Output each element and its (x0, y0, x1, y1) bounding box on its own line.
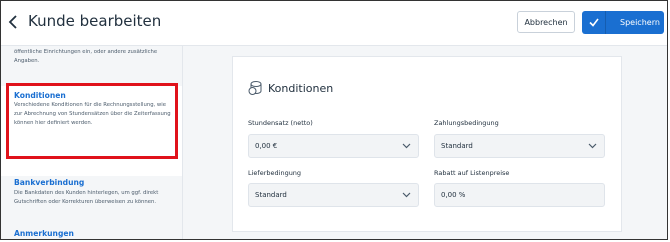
back-arrow-icon[interactable] (8, 14, 22, 30)
rabatt-label: Rabatt auf Listenpreise (434, 169, 510, 177)
sidebar-item-description: Verschiedene Konditionen für die Rechnun… (14, 102, 171, 126)
check-icon (589, 18, 599, 29)
sidebar-item-label: Anmerkungen (14, 229, 74, 238)
sidebar-item-anmerkungen[interactable]: Anmerkungen (1, 226, 182, 239)
coins-icon (248, 80, 262, 100)
zahlungsbedingung-label: Zahlungsbedingung (434, 119, 499, 127)
lieferbedingung-value: Standard (255, 191, 287, 199)
zahlungsbedingung-value: Standard (441, 142, 473, 150)
main-content: Konditionen Stundensatz (netto) 0,00 € Z… (183, 46, 667, 239)
stundensatz-label: Stundensatz (netto) (248, 119, 313, 127)
save-button[interactable]: Speichern (582, 11, 664, 34)
stundensatz-select[interactable]: 0,00 € (248, 134, 419, 158)
cancel-button[interactable]: Abbrechen (517, 11, 575, 33)
app-window: Kunde bearbeiten Abbrechen Speichern öff… (0, 0, 668, 240)
save-button-divider (605, 11, 606, 34)
stundensatz-value: 0,00 € (255, 142, 278, 150)
rabatt-input[interactable]: 0,00 % (434, 183, 605, 207)
save-button-label: Speichern (620, 18, 660, 27)
sidebar-item-description: Die Bankdaten des Kunden hinterlegen, um… (14, 190, 159, 205)
lieferbedingung-select[interactable]: Standard (248, 183, 419, 207)
lieferbedingung-label: Lieferbedingung (248, 169, 302, 177)
zahlungsbedingung-select[interactable]: Standard (434, 134, 605, 158)
sidebar-item-label: Konditionen (14, 91, 66, 100)
rabatt-value: 0,00 % (441, 191, 466, 199)
sidebar-item-konditionen[interactable]: Konditionen Verschiedene Konditionen für… (1, 86, 182, 176)
page-title: Kunde bearbeiten (28, 12, 162, 30)
card-title: Konditionen (268, 82, 334, 95)
header-bar: Kunde bearbeiten Abbrechen Speichern (1, 1, 667, 46)
chevron-down-icon (402, 143, 411, 151)
chevron-down-icon (402, 192, 411, 200)
sidebar-item-label: Bankverbindung (14, 178, 85, 187)
sidebar-item-bankverbindung[interactable]: Bankverbindung Die Bankdaten des Kunden … (1, 178, 182, 223)
sidebar-previous-description: öffentliche Einrichtungen ein, oder ande… (14, 49, 158, 64)
chevron-down-icon (588, 143, 597, 151)
konditionen-card: Konditionen Stundensatz (netto) 0,00 € Z… (232, 56, 622, 232)
sidebar: öffentliche Einrichtungen ein, oder ande… (1, 46, 183, 239)
